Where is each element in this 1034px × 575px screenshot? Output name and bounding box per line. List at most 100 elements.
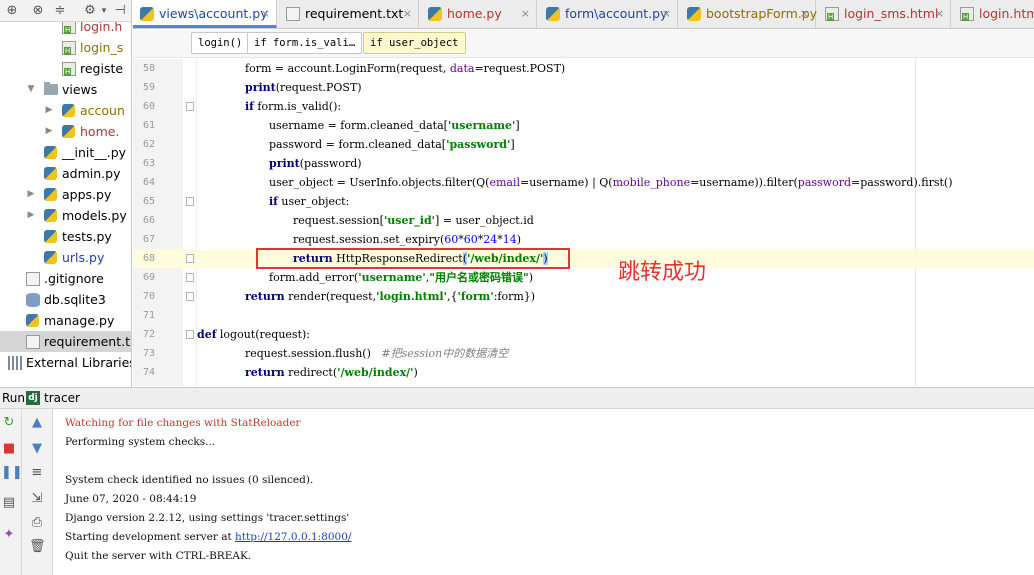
code-line[interactable]: 66 request.session['user_id'] = user_obje… <box>133 211 1034 230</box>
close-icon[interactable]: × <box>403 0 412 28</box>
editor-tab[interactable]: requirement.txt × <box>279 0 419 28</box>
python-file-icon <box>44 167 57 180</box>
editor-tab[interactable]: home.py × <box>421 0 537 28</box>
tree-item[interactable]: login_s <box>0 37 131 58</box>
tree-item[interactable]: __init__.py <box>0 142 131 163</box>
tree-item[interactable]: ▶ accoun <box>0 100 131 121</box>
tree-item-label: manage.py <box>44 313 115 328</box>
code-line[interactable]: 69 form.add_error('username',"用户名或密码错误") <box>133 268 1034 287</box>
trash-icon[interactable]: 🗑 <box>29 539 46 555</box>
run-toolbar-secondary: ▲ ▼ ≡ ⇲ ⎙ 🗑 <box>22 409 53 575</box>
stop-icon[interactable]: ■ <box>1 441 17 457</box>
python-file-icon <box>140 7 154 21</box>
fold-marker-icon[interactable] <box>186 330 194 339</box>
tree-item[interactable]: ▶External Libraries <box>0 352 131 373</box>
line-number: 62 <box>142 139 155 150</box>
tree-item-label: accoun <box>80 103 125 118</box>
editor-tab[interactable]: form\account.py × <box>539 0 678 28</box>
collapsed-arrow-icon[interactable]: ▶ <box>26 184 36 205</box>
editor-tab[interactable]: views\account.py × <box>133 0 277 28</box>
server-url-link[interactable]: http://127.0.0.1:8000/ <box>235 531 351 543</box>
close-icon[interactable]: × <box>261 0 270 28</box>
tree-item[interactable]: ▶ home. <box>0 121 131 142</box>
tree-item[interactable]: ▼ views <box>0 79 131 100</box>
line-number: 73 <box>142 348 155 359</box>
editor-tab-bar: views\account.py × requirement.txt × home.py… <box>133 0 1034 29</box>
tree-item[interactable]: tests.py <box>0 226 131 247</box>
console-output[interactable]: Watching for file changes with StatReloa… <box>53 409 1034 575</box>
fold-marker-icon[interactable] <box>186 197 194 206</box>
code-line[interactable]: 67 request.session.set_expiry(60*60*24*14… <box>133 230 1034 249</box>
code-line[interactable]: 74 return redirect('/web/index/') <box>133 363 1034 382</box>
tab-label: requirement.txt <box>305 6 404 21</box>
tree-item[interactable]: ▶ apps.py <box>0 184 131 205</box>
tree-item[interactable]: manage.py <box>0 310 131 331</box>
chevron-down-icon[interactable]: ▾ <box>96 3 112 19</box>
fold-marker-icon[interactable] <box>186 254 194 263</box>
collapsed-arrow-icon[interactable]: ▶ <box>26 205 36 226</box>
code-line[interactable]: 62 password = form.cleaned_data['password… <box>133 135 1034 154</box>
breadcrumb-if-form-valid[interactable]: if form.is_vali… <box>247 32 363 54</box>
collapse-all-icon[interactable]: ≑ <box>52 3 68 19</box>
collapsed-arrow-icon[interactable]: ▶ <box>44 100 54 121</box>
console-line: Performing system checks... <box>65 433 215 452</box>
code-line[interactable]: 65 if user_object: <box>133 192 1034 211</box>
code-line[interactable]: 71 <box>133 306 1034 325</box>
text-file-icon <box>26 272 40 286</box>
soft-wrap-icon[interactable]: ≡ <box>29 465 45 481</box>
code-editor[interactable]: 58 form = account.LoginForm(request, data… <box>133 59 1034 386</box>
console-line: Quit the server with CTRL-BREAK. <box>65 547 251 566</box>
code-line[interactable]: 58 form = account.LoginForm(request, data… <box>133 59 1034 78</box>
console-line-text: Performing system checks... <box>65 436 216 448</box>
tree-item[interactable]: registe <box>0 58 131 79</box>
editor-tab[interactable]: login.htm× <box>953 0 1034 28</box>
code-line[interactable]: 73 request.session.flush() #把session中的数据清… <box>133 344 1034 363</box>
code-line[interactable]: 59 print(request.POST) <box>133 78 1034 97</box>
close-icon[interactable]: × <box>800 0 809 28</box>
pin-icon[interactable]: ✦ <box>1 527 17 543</box>
code-line[interactable]: 60 if form.is_valid(): <box>133 97 1034 116</box>
arrow-up-icon[interactable]: ▲ <box>29 415 45 431</box>
pause-icon[interactable]: ❚❚ <box>1 465 23 481</box>
close-icon[interactable]: × <box>662 0 671 28</box>
collapsed-arrow-icon[interactable]: ▶ <box>44 121 54 142</box>
tree-item[interactable]: ▶ models.py <box>0 205 131 226</box>
library-icon <box>8 356 22 370</box>
close-icon[interactable]: × <box>521 0 530 28</box>
code-line[interactable]: 70 return render(request,'login.html',{'f… <box>133 287 1034 306</box>
tree-item[interactable]: db.sqlite3 <box>0 289 131 310</box>
fold-marker-icon[interactable] <box>186 102 194 111</box>
code-line[interactable]: 64 user_object = UserInfo.objects.filter(… <box>133 173 1034 192</box>
editor-tab[interactable]: login_sms.html× <box>818 0 951 28</box>
code-text: request.session['user_id'] = user_object… <box>293 214 534 227</box>
code-text: request.session.set_expiry(60*60*24*14) <box>293 233 522 246</box>
fold-marker-icon[interactable] <box>186 292 194 301</box>
line-number: 74 <box>142 367 155 378</box>
breadcrumb-if-user-object[interactable]: if user_object <box>363 32 466 54</box>
code-line[interactable]: 61 username = form.cleaned_data['username… <box>133 116 1034 135</box>
tree-item[interactable]: .gitignore <box>0 268 131 289</box>
code-line[interactable]: 72 def logout(request): <box>133 325 1034 344</box>
editor-tab[interactable]: bootstrapForm.py × <box>680 0 817 28</box>
close-icon[interactable]: × <box>935 0 944 28</box>
python-file-icon <box>687 7 701 21</box>
tree-item[interactable]: urls.py <box>0 247 131 268</box>
tree-item[interactable]: requirement.t <box>0 331 131 352</box>
code-line[interactable]: 63 print(password) <box>133 154 1034 173</box>
breadcrumb-login[interactable]: login() <box>191 32 250 54</box>
line-number: 71 <box>142 310 155 321</box>
run-panel-header: Run dj tracer <box>0 387 1034 409</box>
arrow-down-icon[interactable]: ▼ <box>29 441 45 457</box>
run-config-name[interactable]: tracer <box>44 388 80 408</box>
globe-icon[interactable]: ⊕ <box>4 3 20 19</box>
hide-panel-icon[interactable]: ⊣ <box>112 3 128 19</box>
tree-item[interactable]: admin.py <box>0 163 131 184</box>
expanded-arrow-icon[interactable]: ▼ <box>26 79 36 100</box>
scroll-from-source-icon[interactable]: ⊗ <box>30 3 46 19</box>
fold-marker-icon[interactable] <box>186 273 194 282</box>
tree-item-label: requirement.t <box>44 334 131 349</box>
layout-icon[interactable]: ▤ <box>1 495 17 511</box>
rerun-icon[interactable]: ↻ <box>1 415 17 431</box>
print-icon[interactable]: ⎙ <box>29 515 45 531</box>
scroll-to-end-icon[interactable]: ⇲ <box>29 491 45 507</box>
